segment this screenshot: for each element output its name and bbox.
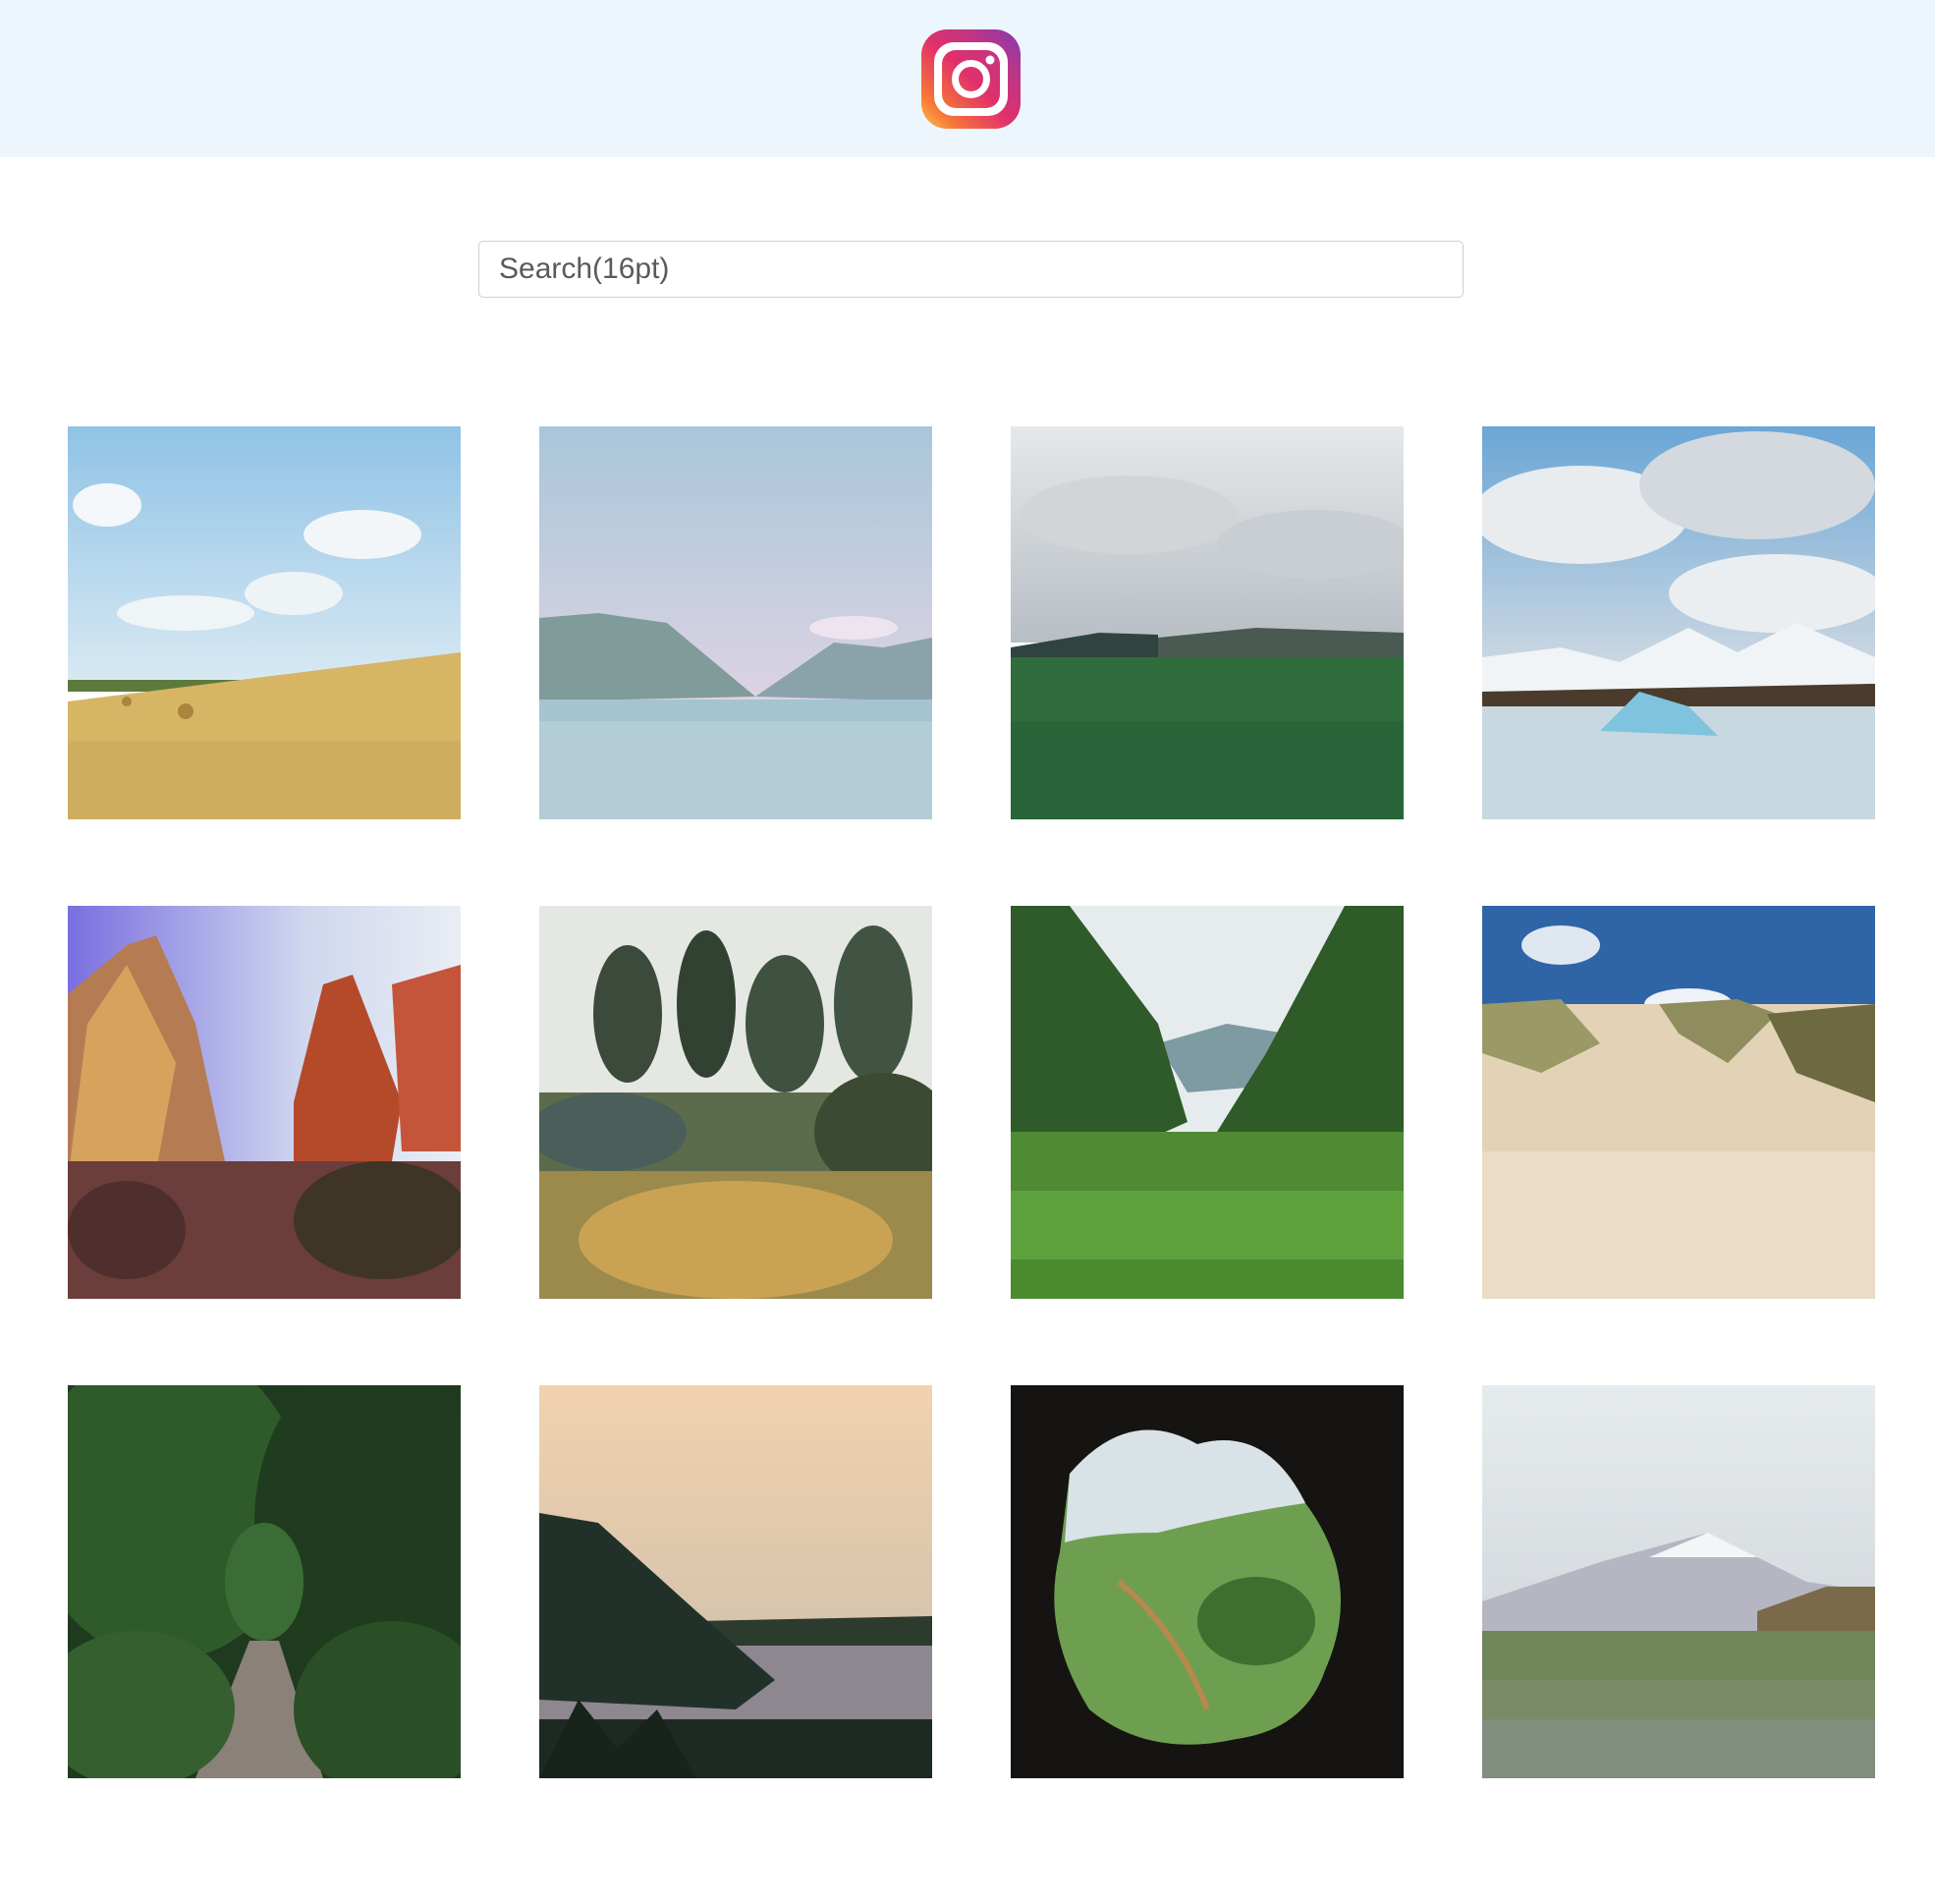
forest-path-photo bbox=[68, 1385, 461, 1778]
glacier-lagoon-photo bbox=[1482, 426, 1875, 819]
forest-garden-photo bbox=[539, 906, 932, 1299]
photo-tile-sand-dunes[interactable] bbox=[1482, 906, 1875, 1299]
photo-tile-green-valley[interactable] bbox=[1011, 906, 1404, 1299]
photo-tile-forest-path[interactable] bbox=[68, 1385, 461, 1778]
hay-field-photo bbox=[68, 426, 461, 819]
lupine-field-mountain-photo bbox=[1482, 1385, 1875, 1778]
photo-tile-cave-valley[interactable] bbox=[1011, 1385, 1404, 1778]
photo-tile-mountain-lake[interactable] bbox=[539, 426, 932, 819]
mountain-lake-photo bbox=[539, 426, 932, 819]
cave-view-valley-photo bbox=[1011, 1385, 1404, 1778]
instagram-logo-icon[interactable] bbox=[921, 29, 1021, 129]
photo-tile-lupine-field[interactable] bbox=[1482, 1385, 1875, 1778]
photo-tile-hay-field[interactable] bbox=[68, 426, 461, 819]
coastal-sunset-photo bbox=[539, 1385, 932, 1778]
top-header bbox=[0, 0, 1935, 157]
green-meadow-cliffs-photo bbox=[1011, 426, 1404, 819]
photo-tile-forest-garden[interactable] bbox=[539, 906, 932, 1299]
red-rock-canyon-photo bbox=[68, 906, 461, 1299]
photo-tile-coastal-sunset[interactable] bbox=[539, 1385, 932, 1778]
sand-dunes-photo bbox=[1482, 906, 1875, 1299]
search-input[interactable] bbox=[478, 241, 1464, 298]
green-valley-photo bbox=[1011, 906, 1404, 1299]
photo-tile-green-meadow[interactable] bbox=[1011, 426, 1404, 819]
photo-tile-glacier-lagoon[interactable] bbox=[1482, 426, 1875, 819]
photo-tile-red-rocks[interactable] bbox=[68, 906, 461, 1299]
